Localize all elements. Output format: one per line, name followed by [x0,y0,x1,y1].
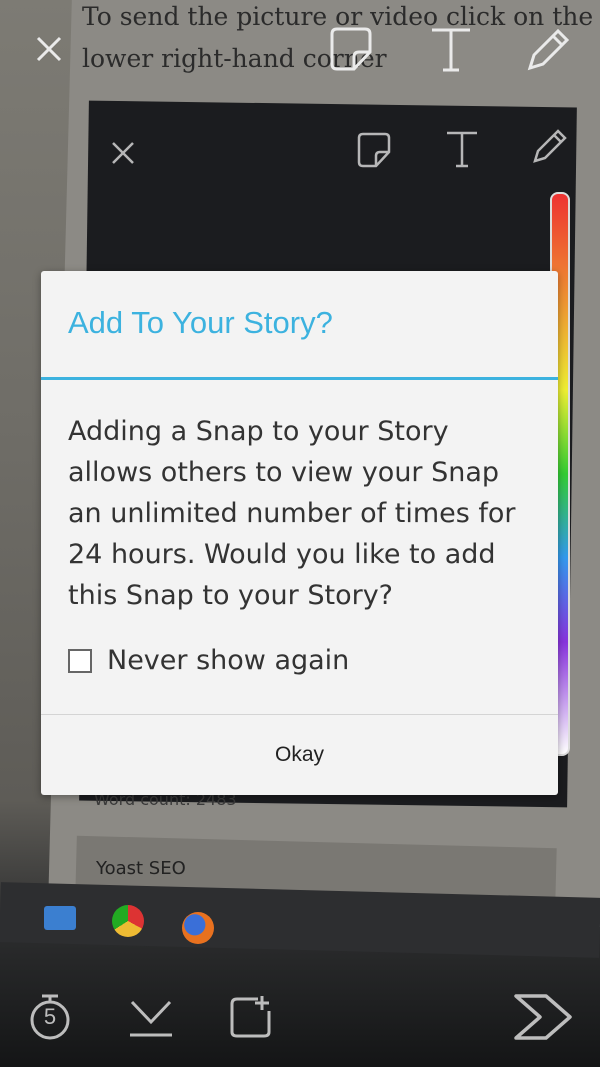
add-to-story-dialog: Add To Your Story? Adding a Snap to your… [41,271,558,795]
photo-pencil-icon [530,126,570,166]
never-show-again-label[interactable]: Never show again [107,645,349,676]
okay-button[interactable]: Okay [41,715,558,795]
folder-icon [44,906,76,930]
photo-close-icon [110,140,136,166]
firefox-icon [182,912,214,944]
never-show-again-option[interactable]: Never show again [68,645,349,676]
title-divider [41,377,558,380]
add-to-story-icon[interactable] [228,994,274,1040]
photo-text-icon [444,128,480,168]
sticker-icon[interactable] [326,24,376,74]
pencil-icon[interactable] [524,24,574,74]
chrome-icon [112,905,144,937]
photo-sticker-icon [354,130,394,170]
close-icon[interactable] [34,34,64,64]
dialog-title: Add To Your Story? [68,305,333,340]
photo-panel-label: Yoast SEO [96,858,186,879]
download-icon[interactable] [128,998,174,1038]
never-show-again-checkbox[interactable] [68,648,92,673]
timer-value: 5 [43,1004,57,1029]
dialog-message: Adding a Snap to your Story allows other… [68,416,516,611]
send-arrow-icon[interactable] [512,992,574,1042]
text-icon[interactable] [428,24,474,74]
